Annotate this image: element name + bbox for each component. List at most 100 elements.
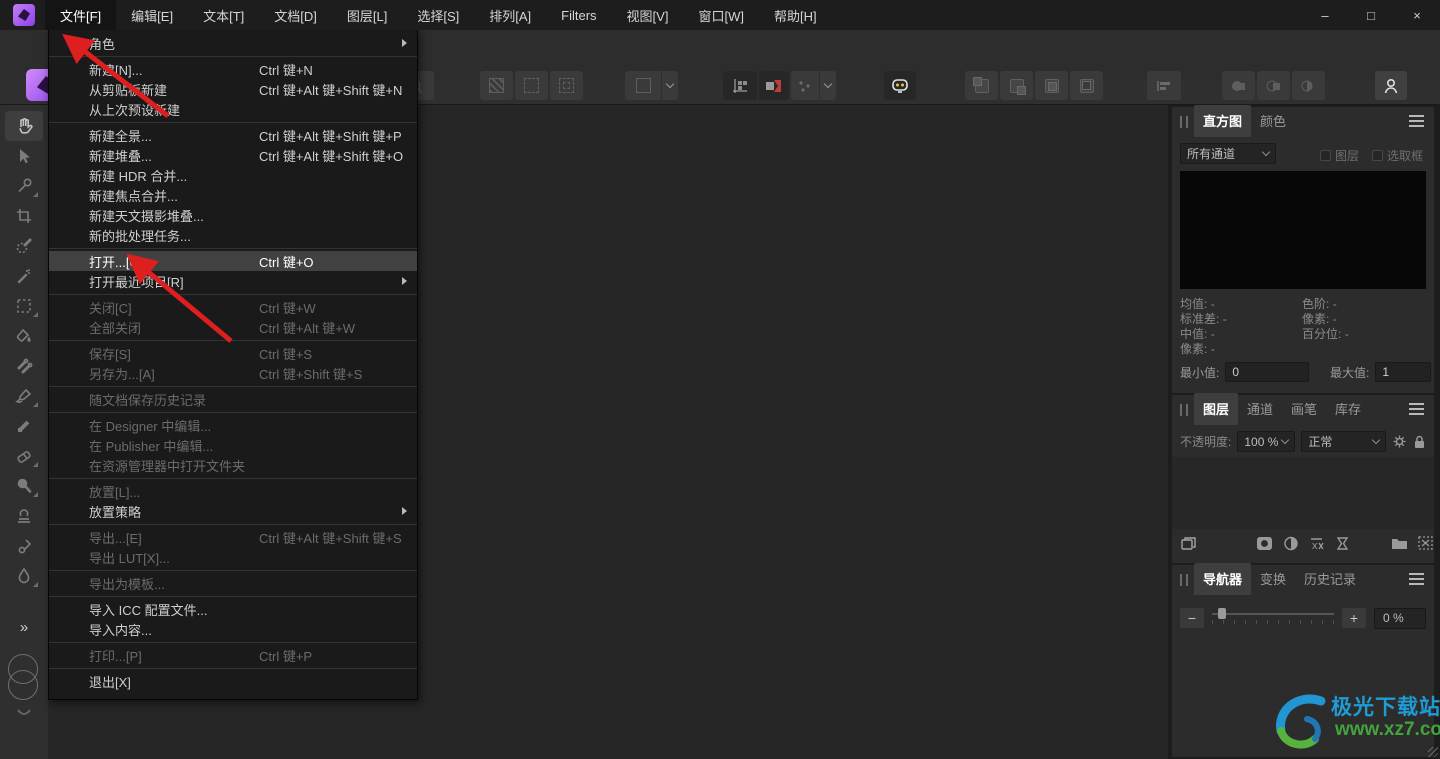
- crop-tool[interactable]: [5, 201, 43, 231]
- guides-grid-button[interactable]: [723, 71, 757, 100]
- layer-checkbox[interactable]: [1320, 150, 1331, 161]
- menu-item-open-in-explorer[interactable]: 在资源管理器中打开文件夹: [49, 455, 417, 475]
- menu-item-open-recent[interactable]: 打开最近项目[R]: [49, 271, 417, 291]
- menu-item-print[interactable]: 打印...[P]Ctrl 键+P: [49, 645, 417, 665]
- menu-item-close[interactable]: 关闭[C]Ctrl 键+W: [49, 297, 417, 317]
- account-button[interactable]: [1375, 71, 1407, 100]
- menu-item-new-hdr-merge[interactable]: 新建 HDR 合并...: [49, 165, 417, 185]
- menu-item-export[interactable]: 导出...[E]Ctrl 键+Alt 键+Shift 键+S: [49, 527, 417, 547]
- tab-brushes[interactable]: 画笔: [1282, 393, 1326, 425]
- menu-item-save[interactable]: 保存[S]Ctrl 键+S: [49, 343, 417, 363]
- menubar-item-window[interactable]: 窗口[W]: [683, 0, 759, 30]
- snapping-button[interactable]: [759, 71, 789, 100]
- menu-item-exit[interactable]: 退出[X]: [49, 671, 417, 691]
- panel-grip-icon[interactable]: [1180, 574, 1188, 586]
- maximize-button[interactable]: □: [1348, 0, 1394, 30]
- clone-stamp-tool[interactable]: [5, 501, 43, 531]
- adjustment-layer-icon[interactable]: [1283, 536, 1299, 551]
- pixel-tool[interactable]: [5, 411, 43, 441]
- view-tool[interactable]: [5, 111, 43, 141]
- menu-item-close-all[interactable]: 全部关闭Ctrl 键+Alt 键+W: [49, 317, 417, 337]
- snapping-presets-dropdown[interactable]: [820, 71, 836, 100]
- menu-item-new-stack[interactable]: 新建堆叠...Ctrl 键+Alt 键+Shift 键+O: [49, 145, 417, 165]
- menu-item-new-from-preset[interactable]: 从上次预设新建: [49, 99, 417, 119]
- menu-item-place-policy[interactable]: 放置策略: [49, 501, 417, 521]
- move-to-front-button[interactable]: [965, 71, 998, 100]
- menu-item-new-astro-stack[interactable]: 新建天文摄影堆叠...: [49, 205, 417, 225]
- blend-options-gear-icon[interactable]: [1392, 434, 1407, 449]
- menubar-item-edit[interactable]: 编辑[E]: [116, 0, 188, 30]
- menubar-item-document[interactable]: 文档[D]: [259, 0, 332, 30]
- menubar-item-layer[interactable]: 图层[L]: [332, 0, 402, 30]
- tab-layers[interactable]: 图层: [1194, 393, 1238, 425]
- menu-item-new-from-clipboard[interactable]: 从剪贴板新建Ctrl 键+Alt 键+Shift 键+N: [49, 79, 417, 99]
- panel-grip-icon[interactable]: [1180, 404, 1188, 416]
- mask-layer-icon[interactable]: [1256, 536, 1273, 551]
- menubar-item-help[interactable]: 帮助[H]: [759, 0, 832, 30]
- menu-item-place[interactable]: 放置[L]...: [49, 481, 417, 501]
- flood-select-tool[interactable]: [5, 261, 43, 291]
- close-button[interactable]: ×: [1394, 0, 1440, 30]
- zoom-in-button[interactable]: +: [1342, 608, 1366, 628]
- max-value-input[interactable]: [1375, 362, 1431, 382]
- menu-item-export-lut[interactable]: 导出 LUT[X]...: [49, 547, 417, 567]
- layer-list[interactable]: [1172, 457, 1434, 529]
- boolean-intersect-button[interactable]: [1292, 71, 1325, 100]
- move-tool[interactable]: [5, 141, 43, 171]
- selection-refine-dropdown[interactable]: [662, 71, 678, 100]
- flood-fill-tool[interactable]: [5, 321, 43, 351]
- menu-item-save-history[interactable]: 随文档保存历史记录: [49, 389, 417, 409]
- opacity-dropdown[interactable]: 100 %: [1237, 431, 1295, 452]
- gradient-tool[interactable]: [5, 351, 43, 381]
- menu-item-open[interactable]: 打开...[O]Ctrl 键+O: [49, 251, 417, 271]
- menu-item-edit-in-publisher[interactable]: 在 Publisher 中编辑...: [49, 435, 417, 455]
- menu-item-import-content[interactable]: 导入内容...: [49, 619, 417, 639]
- eraser-tool[interactable]: [5, 441, 43, 471]
- menubar-item-filters[interactable]: Filters: [546, 0, 611, 30]
- move-to-back-button[interactable]: [1070, 71, 1103, 100]
- menu-item-new[interactable]: 新建[N]...Ctrl 键+N: [49, 59, 417, 79]
- menu-item-import-icc[interactable]: 导入 ICC 配置文件...: [49, 599, 417, 619]
- menubar-item-file[interactable]: 文件[F]: [45, 0, 116, 30]
- fill-stroke-swatches[interactable]: [5, 654, 43, 700]
- selection-brush-tool[interactable]: [5, 231, 43, 261]
- zoom-slider-thumb[interactable]: [1218, 608, 1226, 619]
- duplicate-layer-icon[interactable]: [1180, 535, 1198, 551]
- alignment-button[interactable]: [1147, 71, 1181, 100]
- swap-colors-icon[interactable]: [14, 708, 34, 718]
- selection-refine-button[interactable]: [625, 71, 661, 100]
- min-value-input[interactable]: [1225, 362, 1309, 382]
- panel-menu-icon[interactable]: [1409, 578, 1424, 580]
- marquee-select-tool[interactable]: [5, 291, 43, 321]
- paint-brush-tool[interactable]: [5, 381, 43, 411]
- lock-icon[interactable]: [1413, 434, 1426, 449]
- menu-item-save-as[interactable]: 另存为...[A]Ctrl 键+Shift 键+S: [49, 363, 417, 383]
- tab-transform[interactable]: 变换: [1251, 563, 1295, 595]
- blend-mode-dropdown[interactable]: 正常: [1301, 431, 1386, 452]
- fill-swatch[interactable]: [8, 670, 38, 700]
- color-picker-tool[interactable]: [5, 171, 43, 201]
- minimize-button[interactable]: –: [1302, 0, 1348, 30]
- dodge-burn-tool[interactable]: [5, 471, 43, 501]
- menubar-item-text[interactable]: 文本[T]: [188, 0, 259, 30]
- selection-mode-subtract-button[interactable]: [550, 71, 583, 100]
- tab-stock[interactable]: 库存: [1326, 393, 1370, 425]
- panel-menu-icon[interactable]: [1409, 408, 1424, 410]
- blur-tool[interactable]: [5, 561, 43, 591]
- panel-grip-icon[interactable]: [1180, 116, 1188, 128]
- tab-navigator[interactable]: 导航器: [1194, 563, 1251, 595]
- more-tools-button[interactable]: »: [20, 619, 28, 636]
- panel-menu-icon[interactable]: [1409, 120, 1424, 122]
- tab-histogram[interactable]: 直方图: [1194, 105, 1251, 137]
- marquee-checkbox[interactable]: [1372, 150, 1383, 161]
- selection-mode-new-button[interactable]: [480, 71, 513, 100]
- snapping-presets-button[interactable]: [791, 71, 819, 100]
- menubar-item-select[interactable]: 选择[S]: [402, 0, 474, 30]
- live-filter-icon[interactable]: [1336, 536, 1349, 551]
- menu-item-edit-in-designer[interactable]: 在 Designer 中编辑...: [49, 415, 417, 435]
- assistant-button[interactable]: [884, 71, 916, 100]
- menu-item-export-as-template[interactable]: 导出为模板...: [49, 573, 417, 593]
- blend-ranges-icon[interactable]: [1418, 536, 1433, 550]
- selection-mode-add-button[interactable]: [515, 71, 548, 100]
- boolean-subtract-button[interactable]: [1257, 71, 1290, 100]
